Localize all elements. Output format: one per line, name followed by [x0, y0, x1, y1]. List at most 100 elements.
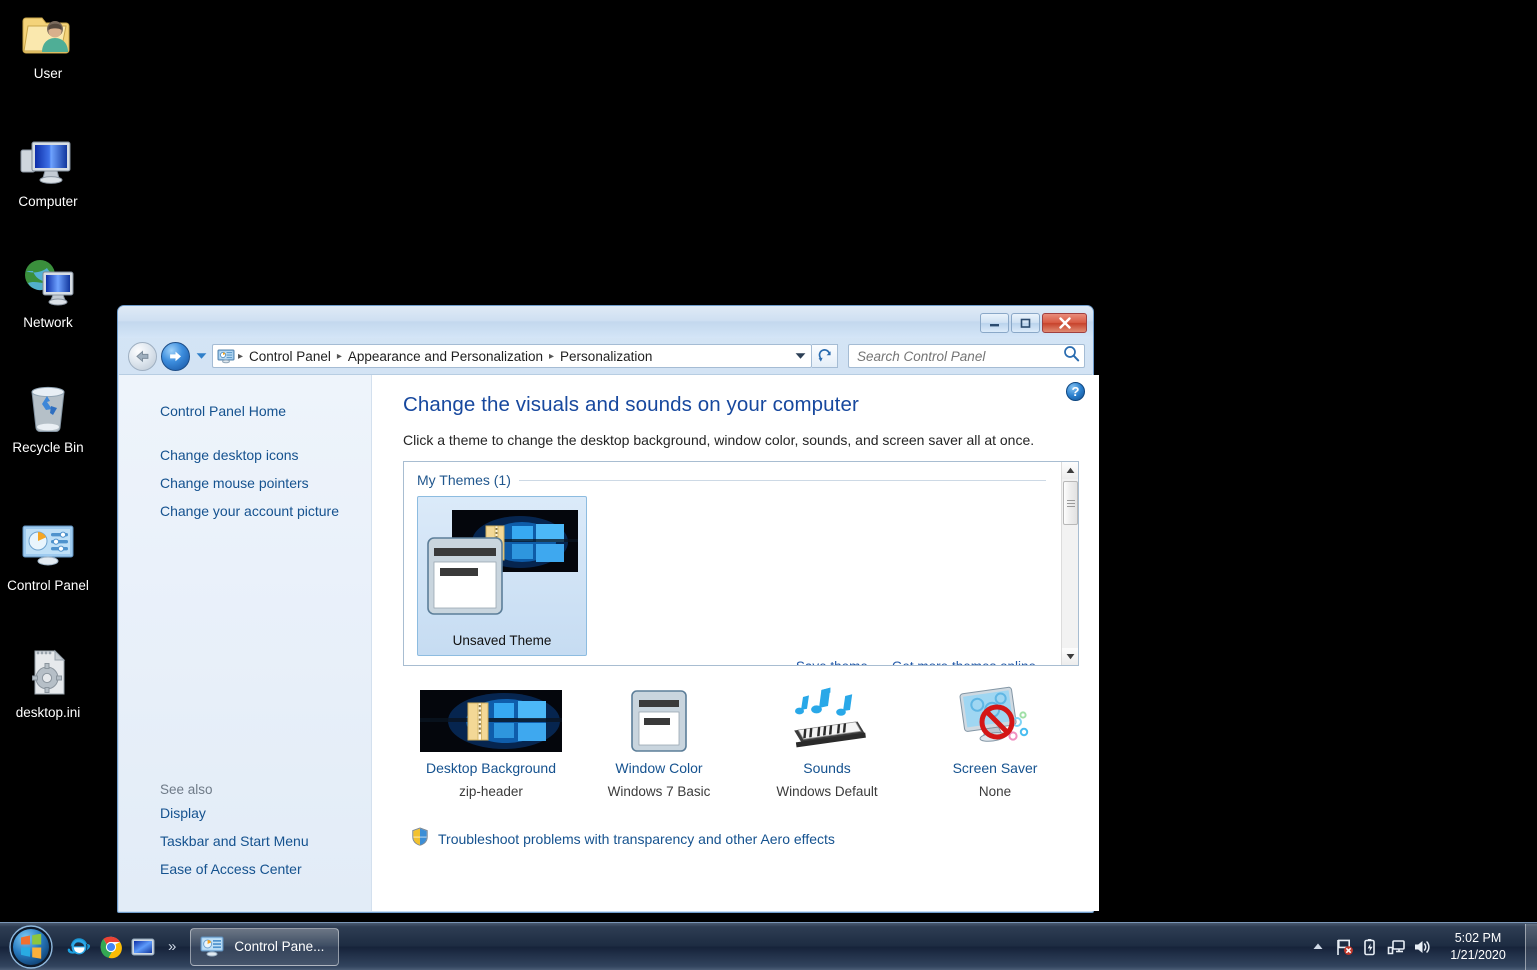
forward-button[interactable] — [161, 342, 190, 371]
breadcrumb-item-personalization[interactable]: Personalization — [555, 347, 657, 366]
control-panel-small-icon — [217, 348, 235, 364]
internet-explorer-icon[interactable] — [66, 934, 92, 960]
chrome-icon[interactable] — [98, 934, 124, 960]
sidebar-item-change-mouse-pointers[interactable]: Change mouse pointers — [119, 469, 371, 497]
desktop-icon-recycle-bin[interactable]: Recycle Bin — [0, 380, 96, 455]
wallpaper-icon — [407, 684, 575, 752]
desktop-icon-network[interactable]: Network — [0, 255, 96, 330]
see-also-section: See also Display Taskbar and Start Menu … — [119, 781, 371, 883]
quick-launch-overflow-chevron[interactable]: » — [168, 938, 176, 955]
theme-name: Unsaved Theme — [418, 633, 586, 648]
sidebar-item-control-panel-home[interactable]: Control Panel Home — [119, 397, 371, 425]
sidebar-item-change-account-picture[interactable]: Change your account picture — [119, 497, 371, 525]
sidebar-item-taskbar-and-start-menu[interactable]: Taskbar and Start Menu — [119, 827, 371, 855]
close-button[interactable] — [1042, 313, 1087, 333]
search-input[interactable] — [857, 349, 1063, 364]
minimize-button[interactable] — [980, 313, 1009, 333]
desktop-icon-label: Computer — [0, 194, 96, 209]
show-desktop-button[interactable] — [1525, 924, 1537, 970]
themes-actions-clipped: Save theme Get more themes online — [417, 659, 1036, 666]
desktop-icon-desktop-ini[interactable]: desktop.ini — [0, 645, 96, 720]
themes-scroll-area: My Themes (1) — [404, 462, 1060, 665]
computer-icon — [18, 134, 78, 190]
themes-scrollbar[interactable] — [1061, 462, 1078, 665]
desktop-icon-label: Recycle Bin — [0, 440, 96, 455]
battery-icon[interactable] — [1357, 933, 1383, 961]
setting-value: None — [911, 784, 1079, 799]
desktop-icon-user[interactable]: User — [0, 6, 96, 81]
desktop-icon-control-panel[interactable]: Control Panel — [0, 518, 96, 593]
see-also-heading: See also — [119, 777, 227, 802]
breadcrumb[interactable]: ▸ Control Panel ▸ Appearance and Persona… — [212, 344, 812, 368]
help-icon[interactable]: ? — [1066, 382, 1085, 401]
system-tray: 5:02 PM 1/21/2020 — [1305, 924, 1537, 970]
navigation-bar: ▸ Control Panel ▸ Appearance and Persona… — [118, 338, 1093, 374]
chevron-down-icon[interactable] — [792, 348, 808, 364]
troubleshoot-row[interactable]: Troubleshoot problems with transparency … — [403, 827, 1079, 851]
setting-window-color[interactable]: Window Color Windows 7 Basic — [575, 684, 743, 799]
setting-value: zip-header — [407, 784, 575, 799]
main-content: ? Change the visuals and sounds on your … — [372, 375, 1099, 911]
setting-name[interactable]: Sounds — [743, 760, 911, 776]
search-box[interactable] — [848, 344, 1085, 368]
screensaver-none-icon — [911, 684, 1079, 752]
setting-value: Windows Default — [743, 784, 911, 799]
maximize-button[interactable] — [1011, 313, 1040, 333]
theme-tile-unsaved-theme[interactable]: Unsaved Theme — [417, 496, 587, 656]
troubleshoot-link[interactable]: Troubleshoot problems with transparency … — [438, 831, 835, 847]
window-body: Control Panel Home Change desktop icons … — [119, 374, 1092, 911]
setting-name[interactable]: Desktop Background — [407, 760, 575, 776]
window-titlebar[interactable] — [118, 306, 1093, 338]
start-button[interactable] — [4, 925, 58, 969]
breadcrumb-separator: ▸ — [237, 351, 244, 362]
taskbar-item-control-panel[interactable]: Control Pane... — [190, 928, 339, 966]
network-icon — [18, 255, 78, 311]
control-panel-icon — [18, 518, 78, 574]
clock-date: 1/21/2020 — [1441, 947, 1515, 964]
refresh-button[interactable] — [812, 344, 838, 368]
setting-screen-saver[interactable]: Screen Saver None — [911, 684, 1079, 799]
taskbar-item-label: Control Pane... — [234, 939, 324, 954]
setting-sounds[interactable]: Sounds Windows Default — [743, 684, 911, 799]
taskbar: » Control Pane... — [0, 922, 1537, 970]
themes-panel[interactable]: My Themes (1) — [403, 461, 1079, 666]
window-controls — [980, 313, 1087, 333]
setting-desktop-background[interactable]: Desktop Background zip-header — [407, 684, 575, 799]
show-desktop-icon[interactable] — [130, 934, 156, 960]
volume-icon[interactable] — [1409, 933, 1435, 961]
network-tray-icon[interactable] — [1383, 933, 1409, 961]
desktop-icon-label: Control Panel — [0, 578, 96, 593]
themes-group-rule — [519, 480, 1046, 481]
clock[interactable]: 5:02 PM 1/21/2020 — [1435, 930, 1521, 964]
breadcrumb-item-appearance[interactable]: Appearance and Personalization — [343, 347, 548, 366]
sidebar-item-change-desktop-icons[interactable]: Change desktop icons — [119, 441, 371, 469]
recycle-bin-icon — [18, 380, 78, 436]
themes-group-label: My Themes (1) — [417, 472, 511, 488]
get-more-themes-link[interactable]: Get more themes online — [892, 659, 1036, 666]
action-center-icon[interactable] — [1331, 933, 1357, 961]
search-icon[interactable] — [1063, 345, 1080, 367]
control-panel-icon — [199, 934, 225, 960]
scrollbar-thumb[interactable] — [1063, 481, 1078, 525]
scroll-down-button[interactable] — [1062, 648, 1079, 665]
scroll-up-button[interactable] — [1062, 462, 1079, 479]
sidebar-item-ease-of-access-center[interactable]: Ease of Access Center — [119, 855, 371, 883]
recent-pages-button[interactable] — [194, 352, 208, 360]
theme-preview — [424, 506, 580, 618]
breadcrumb-separator: ▸ — [336, 351, 343, 362]
save-theme-link[interactable]: Save theme — [796, 659, 868, 666]
themes-group-header: My Themes (1) — [417, 472, 1060, 488]
breadcrumb-separator: ▸ — [548, 351, 555, 362]
desktop-icon-label: User — [0, 66, 96, 81]
desktop-icon-computer[interactable]: Computer — [0, 134, 96, 209]
setting-name[interactable]: Window Color — [575, 760, 743, 776]
setting-name[interactable]: Screen Saver — [911, 760, 1079, 776]
desktop-icon-label: Network — [0, 315, 96, 330]
tray-expand-icon[interactable] — [1305, 933, 1331, 961]
sidebar-item-display[interactable]: Display — [119, 799, 371, 827]
sidebar-spacer — [119, 425, 371, 441]
breadcrumb-item-control-panel[interactable]: Control Panel — [244, 347, 336, 366]
desktop-icon-label: desktop.ini — [0, 705, 96, 720]
back-button[interactable] — [128, 342, 157, 371]
control-panel-window[interactable]: ▸ Control Panel ▸ Appearance and Persona… — [117, 305, 1094, 913]
